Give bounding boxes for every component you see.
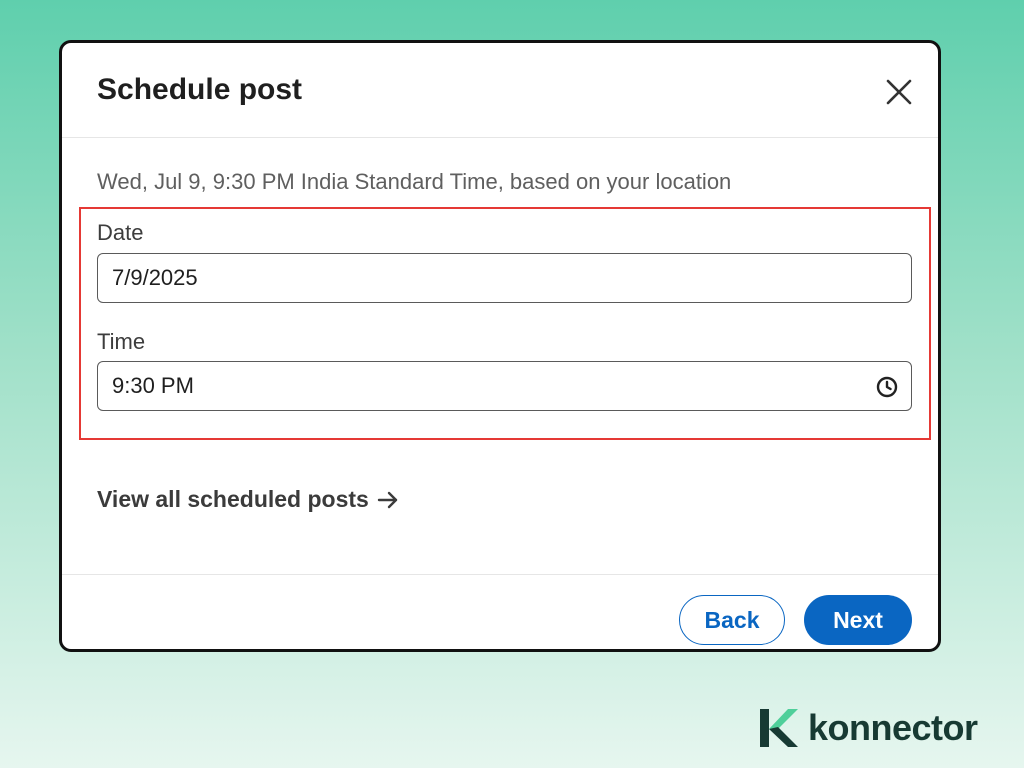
konnector-logo: konnector [758, 707, 978, 749]
back-button[interactable]: Back [679, 595, 785, 645]
view-all-scheduled-posts-link[interactable]: View all scheduled posts [97, 486, 399, 513]
time-label: Time [97, 329, 146, 354]
date-label: Date [97, 220, 144, 245]
clock-icon[interactable] [875, 375, 899, 399]
next-button[interactable]: Next [804, 595, 912, 645]
footer-divider [62, 574, 938, 575]
close-button[interactable] [877, 70, 921, 114]
date-value: 7/9/2025 [112, 265, 198, 290]
schedule-post-dialog: Schedule post Wed, Jul 9, 9:30 PM India … [59, 40, 941, 652]
konnector-k-icon [760, 709, 798, 747]
close-icon [886, 79, 912, 105]
timezone-info: Wed, Jul 9, 9:30 PM India Standard Time,… [97, 169, 732, 194]
date-input[interactable]: 7/9/2025 [97, 253, 912, 303]
dialog-header: Schedule post [62, 43, 938, 138]
time-value: 9:30 PM [112, 373, 194, 398]
brand-name: konnector [808, 707, 978, 748]
arrow-right-icon [377, 491, 398, 508]
dialog-title: Schedule post [97, 73, 303, 106]
time-input[interactable]: 9:30 PM [97, 361, 912, 411]
view-all-label: View all scheduled posts [97, 486, 369, 512]
